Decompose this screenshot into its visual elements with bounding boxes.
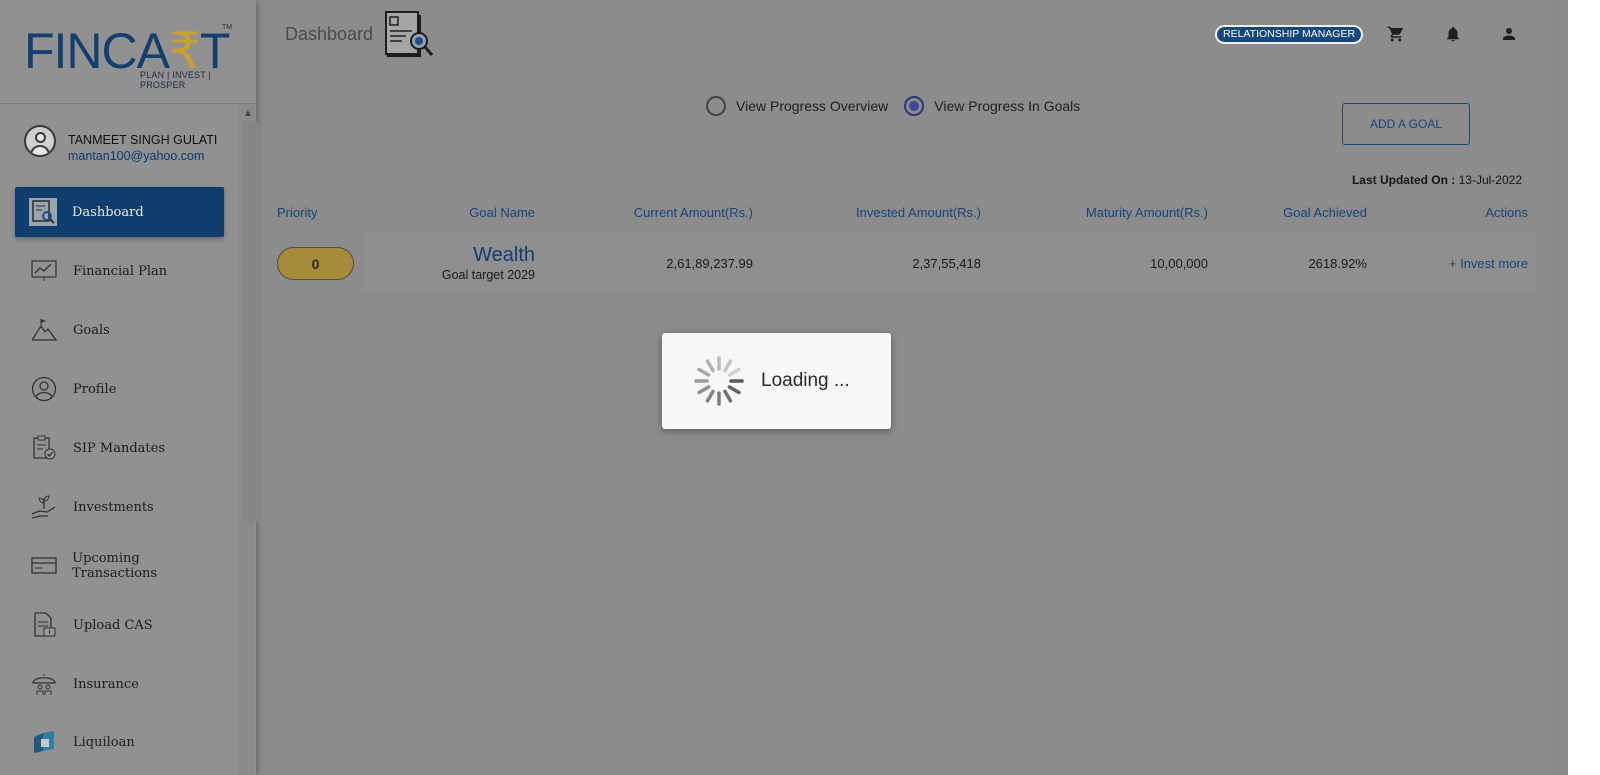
last-updated: Last Updated On : 13-Jul-2022 [1352, 173, 1522, 187]
sidebar-item-profile[interactable]: Profile [15, 364, 224, 414]
card-icon [30, 552, 57, 580]
sidebar-item-dashboard[interactable]: Dashboard [15, 187, 224, 237]
sidebar-item-label: Investments [73, 499, 154, 515]
spinner-spoke [723, 389, 733, 403]
logo-trademark: TM [222, 24, 233, 31]
radio-label-overview[interactable]: View Progress Overview [736, 98, 888, 114]
priority-badge[interactable]: 0 [277, 247, 354, 280]
goal-name-link[interactable]: Wealth [473, 244, 535, 267]
radio-view-progress-overview[interactable] [706, 96, 726, 116]
sidebar-item-upload-cas[interactable]: Upload CAS [15, 600, 224, 650]
spinner-spoke [723, 359, 733, 373]
window-edge [1568, 0, 1600, 775]
bell-icon[interactable] [1442, 23, 1464, 45]
chart-icon [30, 257, 58, 285]
column-header-current-amount: Current Amount(Rs.) [633, 205, 753, 220]
relationship-manager-badge[interactable]: RELATIONSHIP MANAGER [1215, 25, 1364, 44]
sidebar-item-label: Liquiloan [73, 734, 135, 750]
sidebar-item-label: Financial Plan [73, 263, 168, 279]
liquiloan-logo-icon [30, 728, 58, 756]
sidebar-item-label: Goals [73, 322, 110, 338]
page-scrollbar[interactable] [1552, 0, 1568, 775]
last-updated-value: 13-Jul-2022 [1458, 173, 1522, 187]
user-name: TANMEET SINGH GULATI [68, 133, 218, 147]
column-header-priority: Priority [277, 205, 318, 220]
sidebar-item-goals[interactable]: Goals [15, 305, 224, 355]
column-header-maturity-amount: Maturity Amount(Rs.) [1085, 205, 1208, 220]
column-header-goal-name: Goal Name [469, 205, 535, 220]
sidebar-item-label: SIP Mandates [73, 440, 166, 456]
sidebar-item-investments[interactable]: Investments [15, 482, 224, 532]
goal-target: Goal target 2029 [441, 268, 535, 282]
fincart-logo[interactable]: FINCA₹T TM PLAN | INVEST | PROSPER [22, 24, 237, 90]
invested-amount: 2,37,55,418 [912, 256, 981, 271]
maturity-amount: 10,00,000 [1150, 256, 1208, 271]
current-amount: 2,61,89,237.99 [666, 256, 753, 271]
dashboard-icon [29, 198, 57, 226]
sidebar: FINCA₹T TM PLAN | INVEST | PROSPER ▲ TAN… [0, 0, 260, 775]
logo-tagline: PLAN | INVEST | PROSPER [140, 70, 212, 90]
dashboard-report-icon [384, 10, 434, 60]
mountain-flag-icon [30, 316, 58, 344]
sidebar-item-insurance[interactable]: Insurance [15, 659, 224, 709]
sidebar-item-label: Upcoming Transactions [72, 551, 158, 581]
spinner-spoke [697, 367, 711, 377]
hand-plant-icon [30, 493, 58, 521]
sidebar-item-upcoming-transactions[interactable]: Upcoming Transactions [15, 541, 224, 591]
spinner-spoke [727, 385, 741, 395]
spinner-icon [693, 355, 745, 407]
cart-icon[interactable] [1385, 23, 1407, 45]
umbrella-family-icon [30, 670, 58, 698]
radio-view-progress-goals[interactable] [904, 96, 925, 116]
column-header-goal-achieved: Goal Achieved [1283, 205, 1367, 220]
invest-more-link[interactable]: + Invest more [1449, 256, 1528, 271]
page-title: Dashboard [285, 24, 374, 44]
loading-text: Loading ... [761, 370, 850, 391]
column-header-actions: Actions [1485, 205, 1528, 220]
sidebar-item-label: Dashboard [72, 204, 144, 220]
sidebar-item-label: Upload CAS [73, 617, 153, 633]
avatar[interactable] [24, 125, 56, 157]
scroll-up-icon[interactable]: ▲ [243, 108, 253, 119]
sidebar-scrollbar-thumb[interactable] [242, 121, 260, 521]
user-circle-icon [30, 375, 58, 403]
document-upload-icon [30, 611, 58, 639]
clipboard-check-icon [30, 434, 58, 462]
sidebar-item-liquiloan[interactable]: Liquiloan [15, 717, 224, 767]
sidebar-divider [0, 103, 256, 104]
spinner-spoke [705, 359, 715, 373]
view-progress-options: View Progress Overview View Progress In … [706, 96, 1096, 116]
sidebar-item-sip-mandates[interactable]: SIP Mandates [15, 423, 224, 473]
spinner-spoke [727, 367, 741, 377]
sidebar-item-financial-plan[interactable]: Financial Plan [15, 246, 224, 296]
user-email: mantan100@yahoo.com [68, 149, 205, 163]
radio-label-goals[interactable]: View Progress In Goals [934, 98, 1080, 114]
last-updated-label: Last Updated On : [1351, 173, 1456, 187]
sidebar-item-label: Insurance [73, 676, 139, 692]
goal-achieved: 2618.92% [1308, 256, 1367, 271]
add-goal-button[interactable]: ADD A GOAL [1342, 103, 1470, 145]
column-header-invested-amount: Invested Amount(Rs.) [856, 205, 981, 220]
sidebar-item-label: Profile [73, 381, 117, 397]
account-icon[interactable] [1498, 23, 1520, 45]
spinner-spoke [705, 389, 715, 403]
loading-dialog: Loading ... [662, 333, 891, 429]
spinner-spoke [697, 385, 711, 395]
